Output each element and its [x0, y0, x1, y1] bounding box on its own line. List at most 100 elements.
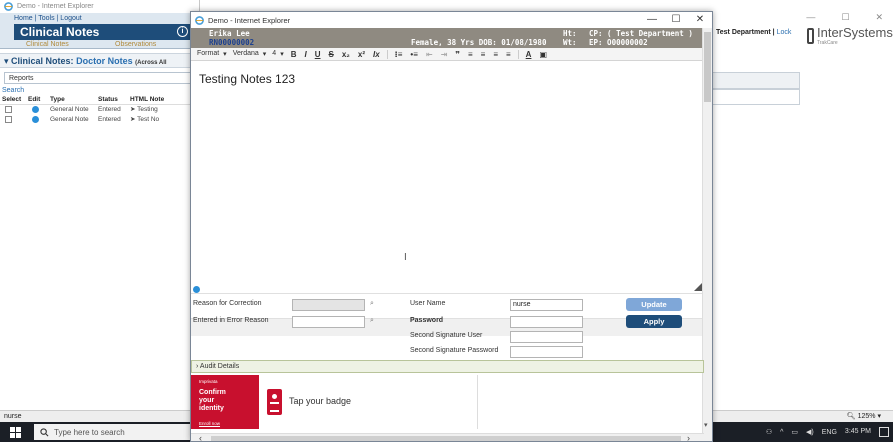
remove-format-button[interactable]: Ix	[372, 50, 381, 59]
tray-chevron-icon[interactable]: ^	[780, 429, 783, 436]
logo-mark-icon	[807, 28, 814, 44]
outdent-button[interactable]: ⇤	[425, 50, 434, 59]
background-color-button[interactable]: ▣	[538, 50, 548, 59]
bg-window-title: Demo - Internet Explorer	[17, 3, 94, 10]
dialog-titlebar: Demo - Internet Explorer	[191, 12, 712, 28]
update-button[interactable]: Update	[626, 298, 682, 311]
align-left-button[interactable]: ≡	[467, 50, 474, 59]
col-select: Select	[2, 96, 22, 103]
department-text: Test Department	[716, 29, 771, 36]
enroll-link[interactable]: Enroll now	[199, 421, 220, 426]
indent-button[interactable]: ⇥	[440, 50, 449, 59]
second-password-label: Second Signature Password	[410, 347, 499, 354]
underline-button[interactable]: U	[314, 50, 322, 59]
dialog-window-controls: — ☐ ✕	[640, 12, 712, 28]
close-icon[interactable]: ✕	[688, 12, 712, 28]
add-icon[interactable]	[193, 286, 200, 293]
minimize-icon[interactable]: —	[806, 12, 815, 23]
toolbar-divider	[386, 49, 388, 59]
horizontal-scrollbar[interactable]: ‹ ›	[191, 433, 704, 441]
edit-globe-icon[interactable]	[32, 115, 39, 123]
lock-link[interactable]: Lock	[777, 29, 792, 36]
network-icon[interactable]: ▭	[791, 428, 798, 436]
search-icon[interactable]: ⌕	[370, 300, 374, 308]
justify-button[interactable]: ≡	[505, 50, 512, 59]
subscript-button[interactable]: x₂	[341, 50, 351, 59]
minimize-icon[interactable]: —	[640, 12, 664, 28]
text-color-button[interactable]: A	[525, 50, 533, 59]
numbered-list-button[interactable]: ⁝≡	[394, 50, 404, 59]
bullet-list-button[interactable]: •≡	[409, 50, 418, 59]
apply-button[interactable]: Apply	[626, 315, 682, 328]
editor-content[interactable]: Testing Notes 123	[199, 72, 295, 86]
rich-text-editor[interactable]: Testing Notes 123 I	[191, 62, 704, 336]
edit-globe-icon[interactable]	[32, 105, 39, 113]
tab-clinical-notes[interactable]: Clinical Notes	[14, 40, 103, 49]
language-indicator[interactable]: ENG	[822, 429, 837, 436]
search-icon[interactable]: ⌕	[370, 317, 374, 325]
vertical-scrollbar[interactable]: ▾	[702, 28, 712, 441]
user-name-input[interactable]: nurse	[510, 299, 583, 311]
ie-icon	[195, 15, 204, 25]
second-user-input[interactable]	[510, 331, 583, 343]
patient-demographics: Female, 38 Yrs DOB: 01/08/1980	[411, 38, 547, 47]
maximize-icon[interactable]: ☐	[664, 12, 688, 28]
scrollbar-thumb[interactable]	[704, 32, 711, 102]
blockquote-button[interactable]: ❞	[454, 50, 461, 59]
audit-details-toggle[interactable]: › Audit Details	[191, 360, 704, 373]
font-select[interactable]: Verdana ▾	[233, 50, 267, 58]
select-checkbox[interactable]	[5, 105, 12, 113]
tab-observations[interactable]: Observations	[103, 40, 192, 49]
error-reason-input[interactable]	[292, 316, 365, 328]
scroll-left-icon[interactable]: ‹	[199, 433, 202, 441]
info-icon[interactable]: i	[177, 26, 188, 37]
row-status: Entered	[98, 106, 121, 113]
top-links[interactable]: Home | Tools | Logout	[14, 15, 82, 22]
reason-input[interactable]	[292, 299, 365, 311]
collapse-arrow-icon[interactable]: ▾	[4, 56, 9, 66]
scrollbar-thumb[interactable]	[211, 436, 681, 441]
select-checkbox[interactable]	[5, 115, 12, 123]
superscript-button[interactable]: x²	[357, 50, 366, 59]
chevron-down-icon: ▾	[223, 51, 227, 58]
row-note[interactable]: ➤ Test No	[130, 115, 180, 125]
reports-dropdown[interactable]: Reports	[4, 72, 195, 84]
reason-label: Reason for Correction	[193, 300, 262, 307]
row-note-text: Test No	[137, 116, 160, 123]
resize-handle-icon[interactable]	[694, 283, 702, 291]
size-select[interactable]: 4 ▾	[272, 50, 283, 58]
text-cursor-icon: I	[404, 252, 407, 263]
bold-button[interactable]: B	[290, 50, 298, 59]
patient-name: Erika Lee	[209, 29, 250, 38]
right-background: — ☐ ✕ Test Department | Lock InterSystem…	[710, 0, 893, 420]
search-icon	[40, 427, 49, 436]
row-type: General Note	[50, 116, 89, 123]
search-link[interactable]: Search	[0, 87, 199, 94]
taskbar-search[interactable]: Type here to search	[34, 424, 194, 440]
people-icon[interactable]: ⚇	[766, 428, 772, 436]
scroll-down-icon[interactable]: ▾	[704, 421, 708, 429]
strikethrough-button[interactable]: S	[328, 50, 335, 59]
zoom-level[interactable]: 🔍︎ 125% ▾	[847, 411, 881, 422]
chevron-down-icon: ▾	[262, 51, 267, 58]
password-input[interactable]	[510, 316, 583, 328]
volume-icon[interactable]: ◀)	[806, 428, 814, 436]
row-note[interactable]: ➤ Testing	[130, 105, 180, 115]
signature-form: Reason for Correction ⌕ Entered in Error…	[191, 286, 704, 360]
italic-button[interactable]: I	[304, 50, 308, 59]
notification-icon[interactable]	[879, 427, 889, 437]
align-center-button[interactable]: ≡	[480, 50, 487, 59]
format-select[interactable]: Format ▾	[197, 50, 227, 58]
right-input-box[interactable]	[710, 89, 800, 105]
align-right-button[interactable]: ≡	[492, 50, 499, 59]
background-window: Demo - Internet Explorer Home | Tools | …	[0, 0, 200, 420]
patient-weight: Wt:	[563, 38, 577, 47]
chevron-down-icon: ▾	[280, 51, 284, 58]
second-password-input[interactable]	[510, 346, 583, 358]
windows-start-icon[interactable]	[10, 427, 21, 438]
close-icon[interactable]: ✕	[875, 12, 883, 23]
clock[interactable]: 3:45 PM	[845, 428, 871, 436]
maximize-icon[interactable]: ☐	[841, 12, 849, 23]
scroll-right-icon[interactable]: ›	[687, 433, 690, 441]
intersystems-logo: InterSystems TrakCare	[807, 26, 893, 46]
